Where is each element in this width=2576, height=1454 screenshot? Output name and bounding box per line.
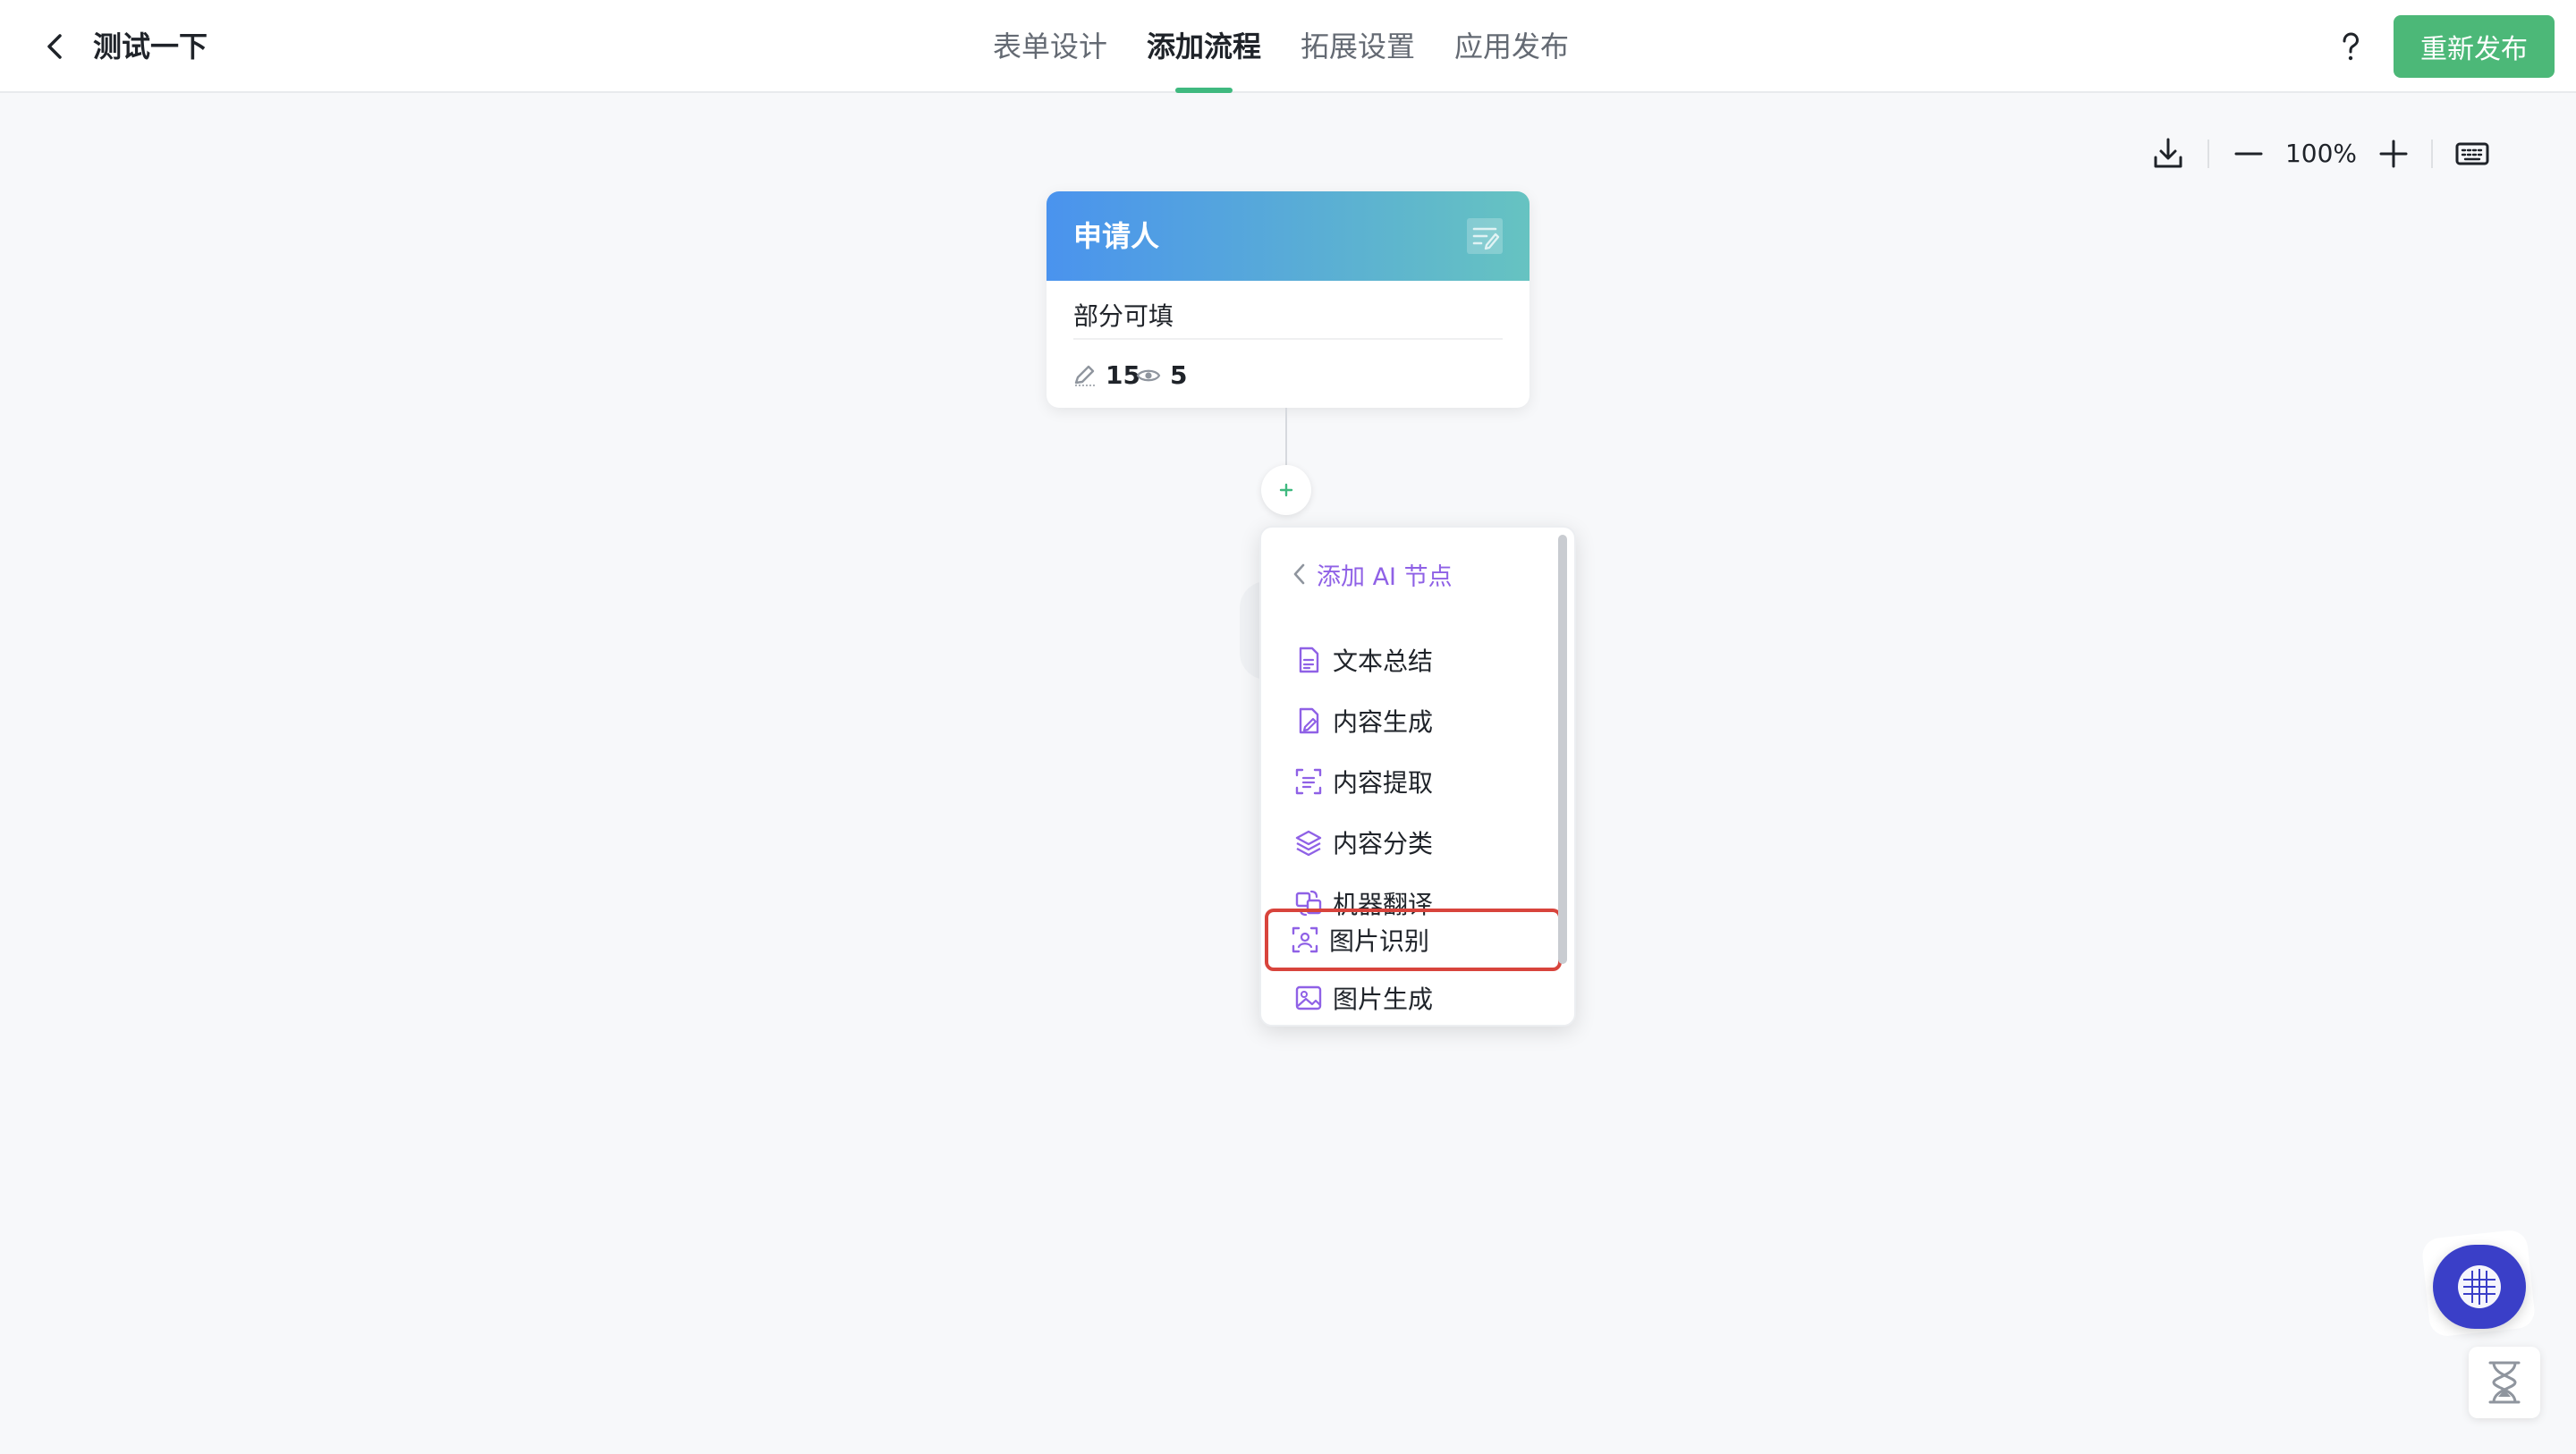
menu-item-image-recognize[interactable]: 图片识别 xyxy=(1265,909,1562,971)
menu-item-label: 内容分类 xyxy=(1333,829,1434,858)
layers-icon xyxy=(1295,830,1322,857)
image-generate-icon xyxy=(1295,985,1322,1010)
menu-scrollbar[interactable] xyxy=(1558,535,1567,964)
zoom-out-button[interactable] xyxy=(2229,134,2268,173)
content-extract-icon xyxy=(1295,768,1322,795)
readable-field-count: 5 xyxy=(1170,360,1188,390)
app-title: 测试一下 xyxy=(93,30,208,63)
menu-item-label: 图片识别 xyxy=(1329,926,1430,956)
download-button[interactable] xyxy=(2148,134,2188,173)
node-divider xyxy=(1073,338,1503,340)
ai-assistant-button[interactable] xyxy=(2433,1245,2526,1329)
zoom-out-icon xyxy=(2234,152,2263,156)
node-title: 申请人 xyxy=(1073,219,1160,253)
republish-button[interactable]: 重新发布 xyxy=(2394,15,2555,78)
node-header: 申请人 xyxy=(1046,191,1530,281)
history-button[interactable] xyxy=(2469,1347,2540,1418)
form-edit-icon xyxy=(1467,218,1503,254)
hourglass-icon xyxy=(2488,1361,2521,1404)
menu-item-text-summary[interactable]: 文本总结 xyxy=(1267,633,1558,687)
tab-extension-settings[interactable]: 拓展设置 xyxy=(1301,0,1415,93)
question-mark-icon xyxy=(2343,32,2360,61)
keyboard-shortcuts-button[interactable] xyxy=(2453,134,2492,173)
content-generate-icon xyxy=(1299,707,1319,734)
plus-icon xyxy=(1279,483,1293,497)
menu-item-image-generate[interactable]: 图片生成 xyxy=(1267,971,1558,1025)
menu-item-label: 内容提取 xyxy=(1333,768,1434,798)
tab-bar: 表单设计 添加流程 拓展设置 应用发布 xyxy=(993,0,1608,93)
tab-add-process[interactable]: 添加流程 xyxy=(1147,0,1261,93)
eye-icon xyxy=(1136,369,1161,382)
zoom-in-icon xyxy=(2379,139,2408,168)
zoom-level: 100% xyxy=(2284,139,2358,168)
chevron-left-icon xyxy=(1293,563,1305,585)
help-button[interactable] xyxy=(2331,27,2370,66)
menu-title: 添加 AI 节点 xyxy=(1317,562,1453,591)
image-recognize-icon xyxy=(1292,926,1318,953)
menu-item-content-classify[interactable]: 内容分类 xyxy=(1267,816,1558,869)
menu-item-label: 内容生成 xyxy=(1333,707,1434,737)
menu-item-content-generate[interactable]: 内容生成 xyxy=(1267,694,1558,748)
toolbar-divider xyxy=(2431,139,2433,168)
add-ai-node-menu: 添加 AI 节点 文本总结 内容生成 内容提取 内容分类 机器翻译 图片识别 图… xyxy=(1259,526,1576,1027)
download-icon xyxy=(2154,138,2182,168)
menu-item-label: 图片生成 xyxy=(1333,985,1434,1014)
menu-item-content-extract[interactable]: 内容提取 xyxy=(1267,755,1558,808)
node-permission-summary: 部分可填 xyxy=(1073,301,1174,331)
toolbar-divider xyxy=(2207,139,2209,168)
top-header: 测试一下 表单设计 添加流程 拓展设置 应用发布 重新发布 xyxy=(0,0,2576,93)
back-button[interactable] xyxy=(36,27,75,66)
keyboard-icon xyxy=(2455,142,2489,165)
tab-form-design[interactable]: 表单设计 xyxy=(993,0,1107,93)
menu-back-button[interactable]: 添加 AI 节点 xyxy=(1288,553,1453,596)
chevron-left-icon xyxy=(47,34,62,59)
add-node-button[interactable] xyxy=(1261,465,1311,515)
applicant-node-card[interactable]: 申请人 部分可填 15 5 xyxy=(1046,191,1530,408)
text-summary-icon xyxy=(1299,647,1319,673)
menu-item-label: 文本总结 xyxy=(1333,647,1434,676)
tab-app-publish[interactable]: 应用发布 xyxy=(1454,0,1569,93)
zoom-in-button[interactable] xyxy=(2374,134,2413,173)
assistant-logo-icon xyxy=(2458,1265,2501,1308)
pencil-icon xyxy=(1074,365,1095,386)
